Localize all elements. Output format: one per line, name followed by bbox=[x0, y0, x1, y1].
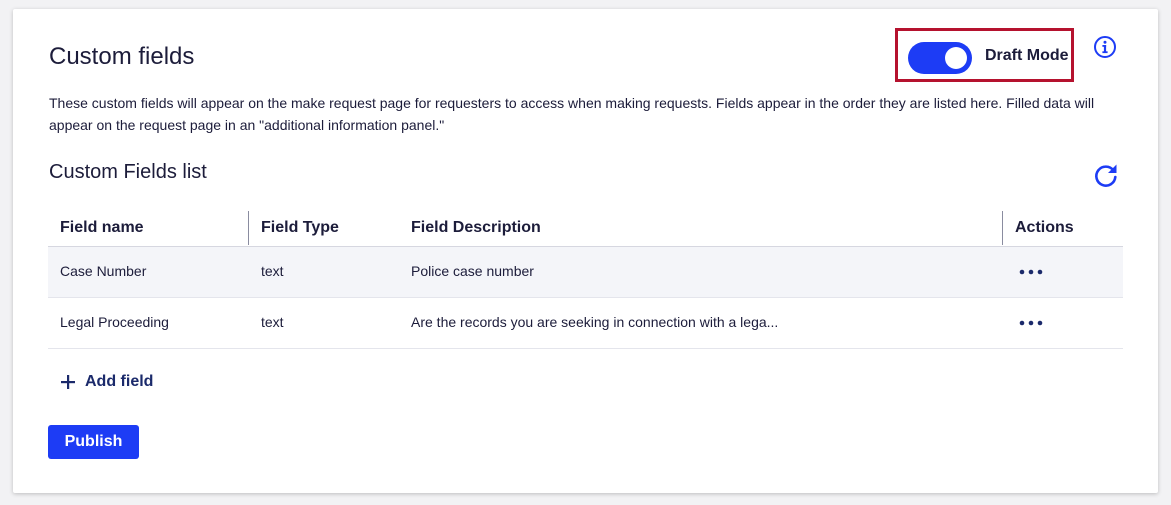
plus-icon bbox=[61, 375, 75, 389]
draft-mode-highlight: Draft Mode bbox=[895, 28, 1074, 82]
custom-fields-list-title: Custom Fields list bbox=[49, 161, 207, 183]
more-horizontal-icon[interactable] bbox=[1017, 262, 1045, 282]
field-type-cell: text bbox=[261, 263, 284, 279]
field-type-cell: text bbox=[261, 314, 284, 330]
column-header-field-description: Field Description bbox=[411, 219, 541, 236]
column-resize-handle[interactable] bbox=[1002, 211, 1003, 245]
draft-mode-toggle[interactable] bbox=[908, 42, 972, 74]
page-title: Custom fields bbox=[49, 43, 195, 70]
table-header: Field name Field Type Field Description … bbox=[48, 209, 1123, 247]
add-field-button[interactable]: Add field bbox=[60, 369, 153, 395]
refresh-icon[interactable] bbox=[1092, 161, 1120, 189]
info-icon[interactable] bbox=[1093, 35, 1117, 59]
field-description-cell: Are the records you are seeking in conne… bbox=[411, 314, 779, 330]
column-resize-handle[interactable] bbox=[248, 211, 249, 245]
column-header-actions: Actions bbox=[1015, 219, 1074, 236]
publish-button[interactable]: Publish bbox=[48, 425, 139, 459]
page-description: These custom fields will appear on the m… bbox=[49, 95, 1095, 133]
custom-fields-card: Custom fields Draft Mode These custom fi… bbox=[13, 9, 1158, 493]
toggle-knob bbox=[945, 47, 967, 69]
table-row: Case Number text Police case number bbox=[48, 247, 1123, 298]
field-name-cell: Case Number bbox=[60, 263, 147, 279]
custom-fields-table: Field name Field Type Field Description … bbox=[48, 209, 1123, 349]
column-header-field-type: Field Type bbox=[261, 219, 339, 236]
field-description-cell: Police case number bbox=[411, 263, 534, 279]
column-header-field-name: Field name bbox=[60, 219, 144, 236]
draft-mode-label: Draft Mode bbox=[985, 47, 1069, 64]
more-horizontal-icon[interactable] bbox=[1017, 313, 1045, 333]
table-row: Legal Proceeding text Are the records yo… bbox=[48, 298, 1123, 349]
field-name-cell: Legal Proceeding bbox=[60, 314, 169, 330]
add-field-label: Add field bbox=[85, 373, 154, 390]
